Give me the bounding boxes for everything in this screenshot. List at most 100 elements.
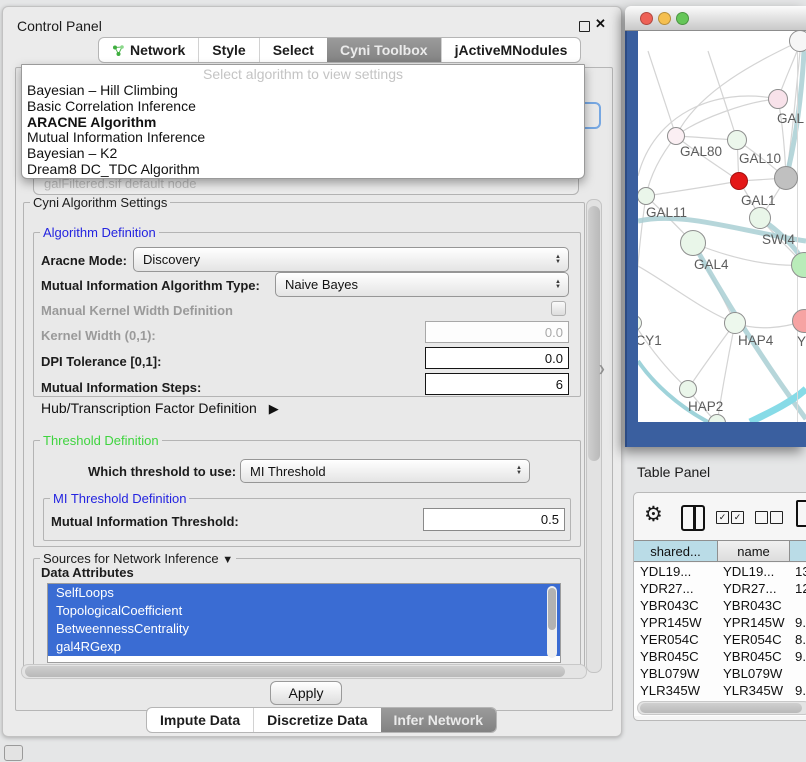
- table-row[interactable]: YDL19...YDL19...13: [634, 563, 806, 580]
- table-row[interactable]: YPR145WYPR145W9.: [634, 614, 806, 631]
- attribute-item-selfloops[interactable]: SelfLoops: [48, 584, 560, 602]
- bottom-tab-impute-data[interactable]: Impute Data: [147, 708, 253, 732]
- table-cell: YDR27...: [717, 580, 789, 597]
- table-cell: 8.: [789, 631, 806, 648]
- hub-definition-label: Hub/Transcription Factor Definition: [41, 400, 257, 416]
- table-cell: YDL19...: [717, 563, 789, 580]
- tab-cyni-toolbox[interactable]: Cyni Toolbox: [327, 38, 441, 62]
- node-label-gal80: GAL80: [680, 144, 722, 159]
- table-panel-title: Table Panel: [637, 464, 710, 480]
- attribute-item-topologicalcoefficient[interactable]: TopologicalCoefficient: [48, 602, 560, 620]
- node-label-gcy1: GCY1: [638, 333, 662, 348]
- node-label-gal11: GAL11: [646, 205, 687, 220]
- expand-right-icon: ▶: [269, 401, 279, 416]
- zoom-traffic-light-icon[interactable]: [676, 12, 689, 25]
- screen: Control Panel ✕ NetworkStyleSelectCyni T…: [0, 0, 806, 762]
- hub-definition-expander[interactable]: Hub/Transcription Factor Definition ▶: [41, 400, 279, 417]
- table-row[interactable]: YBR043CYBR043C: [634, 597, 806, 614]
- mi-threshold-label: Mutual Information Threshold:: [51, 514, 239, 529]
- aracne-mode-select[interactable]: Discovery ▲▼: [133, 247, 569, 272]
- algorithm-option-basic-correlation-inference[interactable]: Basic Correlation Inference: [22, 99, 584, 115]
- columns-icon[interactable]: [681, 505, 705, 531]
- collapsed-panel-icon[interactable]: [4, 745, 23, 761]
- column-header-cut[interactable]: [789, 541, 806, 561]
- unchecked-checkbox-icon[interactable]: [770, 511, 783, 524]
- table-cell: [789, 597, 806, 614]
- network-node-gal10[interactable]: [727, 130, 747, 150]
- column-header-name[interactable]: name: [717, 541, 789, 561]
- algorithm-option-aracne-algorithm[interactable]: ARACNE Algorithm: [22, 115, 584, 131]
- tab-style[interactable]: Style: [198, 38, 258, 62]
- network-node-hap4[interactable]: [724, 312, 746, 334]
- node-label-y: Y: [797, 334, 806, 349]
- attribute-item-gal4rgexp[interactable]: gal4RGexp: [48, 638, 560, 656]
- table-row[interactable]: YER054CYER054C8.: [634, 631, 806, 648]
- data-attributes-list[interactable]: SelfLoopsTopologicalCoefficientBetweenne…: [47, 583, 561, 663]
- collapse-down-icon[interactable]: ▼: [222, 554, 233, 566]
- network-node-gal[interactable]: [768, 89, 788, 109]
- network-node-gal4[interactable]: [680, 230, 706, 256]
- apply-button[interactable]: Apply: [270, 681, 342, 705]
- network-canvas[interactable]: GALGAL80GAL10GAL1GAL11SWI4GAL4GCY1HAP4YH…: [638, 31, 806, 422]
- combo-stepper-icon: ▲▼: [516, 466, 522, 476]
- which-threshold-select[interactable]: MI Threshold ▲▼: [240, 459, 530, 483]
- network-node[interactable]: [774, 166, 798, 190]
- table-horizontal-scrollbar[interactable]: [637, 701, 806, 715]
- scrollbar-thumb[interactable]: [548, 588, 556, 630]
- table-cell: YBL079W: [634, 665, 717, 682]
- minimize-traffic-light-icon[interactable]: [658, 12, 671, 25]
- attribute-item-betweennesscentrality[interactable]: BetweennessCentrality: [48, 620, 560, 638]
- mi-steps-label: Mutual Information Steps:: [41, 380, 201, 395]
- panel-resize-grip[interactable]: ❯: [598, 364, 606, 375]
- column-header-shared[interactable]: shared...: [634, 541, 717, 561]
- network-node[interactable]: [789, 31, 806, 52]
- tab-bar: NetworkStyleSelectCyni ToolboxjActiveMNo…: [98, 37, 581, 63]
- manual-kernel-checkbox[interactable]: [551, 301, 566, 316]
- gear-icon[interactable]: ⚙: [644, 502, 663, 527]
- document-icon[interactable]: [796, 500, 806, 527]
- network-node-swi4[interactable]: [749, 207, 771, 229]
- scrollbar-thumb[interactable]: [25, 666, 565, 677]
- network-node-gal1[interactable]: [730, 172, 748, 190]
- table-row[interactable]: YLR345WYLR345W9.: [634, 682, 806, 699]
- mi-type-select[interactable]: Naive Bayes ▲▼: [275, 272, 569, 297]
- algorithm-option-bayesian-hill-climbing[interactable]: Bayesian – Hill Climbing: [22, 83, 584, 99]
- tab-jactivemnodules[interactable]: jActiveMNodules: [441, 38, 581, 62]
- table-cell: YPR145W: [717, 614, 789, 631]
- checked-checkbox-icon[interactable]: ✓: [716, 511, 729, 524]
- sources-title: Sources for Network Inference: [43, 551, 219, 566]
- algorithm-option-dream8-dc-tdc-algorithm[interactable]: Dream8 DC_TDC Algorithm: [22, 162, 584, 178]
- bottom-tab-discretize-data[interactable]: Discretize Data: [253, 708, 380, 732]
- aracne-mode-value: Discovery: [143, 252, 555, 267]
- scrollbar-thumb[interactable]: [588, 206, 600, 461]
- unchecked-checkbox-icon[interactable]: [755, 511, 768, 524]
- table-row[interactable]: YBR045CYBR045C9.: [634, 648, 806, 665]
- network-node-gal80[interactable]: [667, 127, 685, 145]
- algorithm-option-bayesian-k2[interactable]: Bayesian – K2: [22, 146, 584, 162]
- combo-stepper-icon: ▲▼: [555, 255, 561, 265]
- tab-select[interactable]: Select: [259, 38, 327, 62]
- table-cell: YBR043C: [717, 597, 789, 614]
- bottom-tab-infer-network[interactable]: Infer Network: [381, 708, 496, 732]
- mi-threshold-field[interactable]: 0.5: [423, 508, 565, 531]
- table-row[interactable]: YBL079WYBL079W: [634, 665, 806, 682]
- network-node-hap2[interactable]: [679, 380, 697, 398]
- table-cell: YBR045C: [634, 648, 717, 665]
- tab-network[interactable]: Network: [99, 38, 198, 62]
- which-threshold-label: Which threshold to use:: [88, 464, 236, 479]
- float-window-icon[interactable]: [579, 21, 590, 32]
- list-scrollbar[interactable]: [547, 586, 557, 658]
- kernel-width-field[interactable]: 0.0: [425, 321, 569, 343]
- network-window-titlebar[interactable]: [625, 6, 806, 31]
- settings-horizontal-scrollbar[interactable]: [21, 664, 587, 679]
- settings-vertical-scrollbar[interactable]: [586, 199, 602, 673]
- dpi-tolerance-field[interactable]: 0.0: [425, 347, 569, 369]
- close-icon[interactable]: ✕: [595, 16, 606, 32]
- close-traffic-light-icon[interactable]: [640, 12, 653, 25]
- scrollbar-thumb[interactable]: [640, 703, 802, 713]
- table-row[interactable]: YDR27...YDR27...12: [634, 580, 806, 597]
- mi-type-value: Naive Bayes: [285, 277, 555, 292]
- checked-checkbox-icon[interactable]: ✓: [731, 511, 744, 524]
- mi-steps-field[interactable]: 6: [425, 373, 569, 395]
- algorithm-option-mutual-information-inference[interactable]: Mutual Information Inference: [22, 130, 584, 146]
